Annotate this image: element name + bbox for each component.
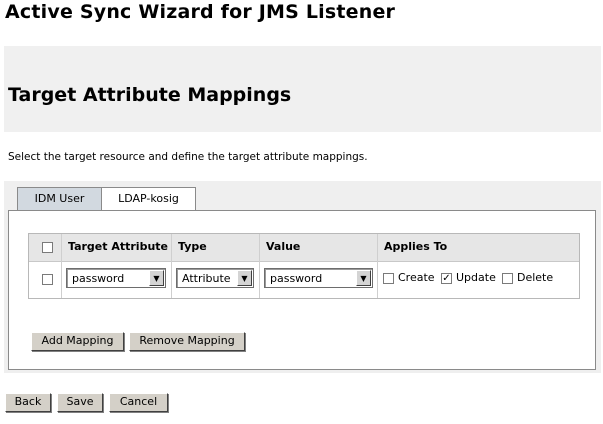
table-header-row: Target Attribute Type Value Applies To [29, 234, 579, 262]
create-label: Create [398, 271, 435, 284]
target-attribute-select[interactable]: password ▼ [66, 268, 166, 288]
type-select[interactable]: Attribute ▼ [176, 268, 254, 288]
chevron-down-icon: ▼ [149, 270, 164, 286]
save-button[interactable]: Save [57, 393, 103, 412]
chevron-down-icon: ▼ [356, 270, 371, 286]
section-banner: Target Attribute Mappings [4, 46, 601, 132]
row-select-checkbox[interactable] [42, 274, 53, 285]
tab-content: Target Attribute Type Value Applies To p… [8, 210, 596, 370]
tab-idm-user[interactable]: IDM User [17, 187, 101, 210]
update-checkbox[interactable]: ✓ [441, 273, 452, 284]
header-applies-to: Applies To [384, 240, 448, 253]
delete-checkbox[interactable] [502, 273, 513, 284]
tab-panel: IDM User LDAP-kosig Target Attribute Typ… [4, 181, 601, 373]
section-title: Target Attribute Mappings [8, 84, 292, 106]
cancel-button[interactable]: Cancel [109, 393, 168, 412]
remove-mapping-button[interactable]: Remove Mapping [129, 332, 245, 351]
type-value: Attribute [182, 272, 231, 285]
update-label: Update [456, 271, 496, 284]
table-row: password ▼ Attribute ▼ password ▼ Create… [29, 262, 579, 298]
value-select[interactable]: password ▼ [264, 268, 373, 288]
tab-ldap-kosig[interactable]: LDAP-kosig [101, 187, 196, 210]
value-value: password [270, 272, 323, 285]
mapping-table: Target Attribute Type Value Applies To p… [28, 233, 580, 299]
wizard-title: Active Sync Wizard for JMS Listener [5, 1, 396, 23]
instructions-text: Select the target resource and define th… [8, 151, 368, 163]
header-value: Value [266, 240, 301, 253]
back-button[interactable]: Back [5, 393, 51, 412]
checkmark-icon: ✓ [442, 273, 451, 284]
delete-label: Delete [517, 271, 554, 284]
add-mapping-button[interactable]: Add Mapping [31, 332, 124, 351]
header-target-attribute: Target Attribute [68, 240, 169, 253]
header-type: Type [178, 240, 207, 253]
create-checkbox[interactable] [383, 273, 394, 284]
select-all-checkbox[interactable] [42, 242, 53, 253]
target-attribute-value: password [72, 272, 125, 285]
chevron-down-icon: ▼ [237, 270, 252, 286]
